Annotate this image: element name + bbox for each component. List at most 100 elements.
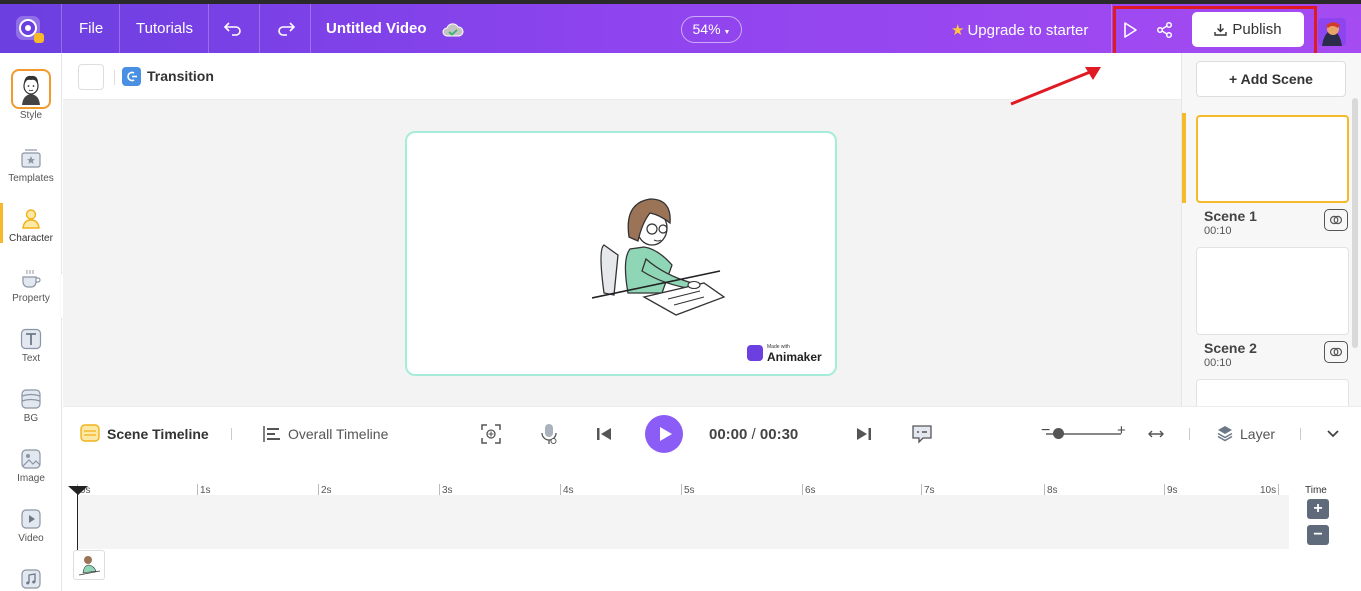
- video-icon: [21, 509, 41, 529]
- playback-time: 00:00 / 00:30: [709, 426, 798, 443]
- divider: [119, 4, 120, 53]
- character-icon: [22, 209, 40, 229]
- upgrade-link[interactable]: ★ Upgrade to starter: [951, 21, 1088, 39]
- playhead-handle[interactable]: [68, 486, 88, 495]
- sidebar-item-bg[interactable]: BG: [0, 379, 62, 439]
- cup-icon: [22, 270, 41, 288]
- undo-icon[interactable]: [222, 17, 244, 39]
- style-character-icon: [11, 69, 51, 109]
- skip-previous-icon[interactable]: [593, 423, 615, 445]
- scene-stage[interactable]: Made with Animaker: [405, 131, 837, 376]
- cloud-saved-icon: [442, 23, 464, 37]
- watermark-brand: Animaker: [767, 350, 822, 364]
- character-layer-thumbnail[interactable]: [73, 550, 105, 580]
- zoom-slider-handle[interactable]: [1053, 428, 1064, 439]
- current-time: 00:00: [709, 426, 748, 443]
- sidebar-label: Video: [18, 533, 44, 544]
- scene-duration: 00:10: [1204, 225, 1232, 237]
- divider: [1300, 428, 1301, 440]
- sidebar-label: Character: [9, 233, 53, 244]
- animaker-editor: File Tutorials Untitled Video 54% ▼ ★ Upgr…: [0, 0, 1361, 591]
- divider: [114, 70, 115, 85]
- scene-thumbnail[interactable]: [1196, 115, 1349, 203]
- sidebar-item-templates[interactable]: Templates: [0, 139, 62, 199]
- scene-transition-icon[interactable]: [1324, 341, 1348, 363]
- play-icon: [660, 427, 672, 441]
- background-layers-icon: [21, 389, 41, 409]
- zoom-value: 54%: [692, 21, 721, 37]
- divider: [61, 4, 62, 53]
- divider: [1189, 428, 1190, 440]
- play-button[interactable]: [645, 415, 683, 453]
- zoom-in-icon[interactable]: +: [1117, 422, 1126, 439]
- zoom-out-icon[interactable]: −: [1041, 422, 1050, 440]
- sidebar-label: BG: [23, 413, 39, 424]
- overall-timeline-tab[interactable]: Overall Timeline: [288, 426, 388, 442]
- sidebar-item-text[interactable]: Text: [0, 319, 62, 379]
- scene-active-indicator: [1182, 113, 1186, 203]
- overall-timeline-icon: [263, 426, 280, 442]
- woman-at-desk-character[interactable]: [592, 193, 732, 323]
- video-title[interactable]: Untitled Video: [326, 20, 427, 37]
- total-time: 00:30: [759, 426, 799, 443]
- color-swatch[interactable]: [78, 64, 104, 90]
- star-icon: ★: [951, 22, 965, 39]
- layers-icon: [1217, 426, 1233, 442]
- scene-name: Scene 1: [1204, 208, 1257, 224]
- left-sidebar: Style Templates Character Property Text …: [0, 53, 62, 591]
- tutorials-menu[interactable]: Tutorials: [136, 20, 193, 37]
- divider: [310, 4, 311, 53]
- timeline-toolbar: Scene Timeline Overall Timeline 00:00 / …: [63, 406, 1361, 461]
- add-scene-button[interactable]: + Add Scene: [1196, 61, 1346, 97]
- sidebar-item-character[interactable]: Character: [0, 199, 62, 259]
- scene-transition-icon[interactable]: [1324, 209, 1348, 231]
- scene-name: Scene 2: [1204, 340, 1257, 356]
- music-icon: [21, 569, 41, 589]
- sidebar-label: Image: [17, 473, 45, 484]
- sidebar-item-video[interactable]: Video: [0, 499, 62, 559]
- sidebar-active-indicator: [0, 203, 3, 243]
- time-zoom-label: Time: [1305, 485, 1327, 496]
- sidebar-item-style[interactable]: Style: [0, 67, 62, 127]
- character-thumbnail-icon: [78, 556, 101, 576]
- zoom-dropdown[interactable]: 54% ▼: [681, 16, 742, 43]
- animaker-watermark-logo-icon: [747, 345, 763, 361]
- animaker-logo-icon[interactable]: [14, 13, 46, 45]
- file-menu[interactable]: File: [79, 20, 103, 37]
- sidebar-item-property[interactable]: Property: [0, 259, 62, 319]
- scene-duration: 00:10: [1204, 357, 1232, 369]
- expand-horizontal-icon[interactable]: [1146, 424, 1166, 444]
- fit-screen-icon[interactable]: [480, 423, 502, 445]
- image-icon: [21, 449, 41, 469]
- sidebar-item-music[interactable]: [0, 559, 62, 591]
- scene-panel-scrollbar[interactable]: [1352, 98, 1358, 348]
- microphone-icon[interactable]: [538, 423, 560, 445]
- divider: [1111, 4, 1112, 53]
- time-zoom-in-button[interactable]: +: [1307, 499, 1329, 519]
- templates-icon: [21, 149, 41, 168]
- transition-icon: [122, 67, 141, 86]
- divider: [231, 428, 232, 440]
- chevron-down-icon: ▼: [723, 29, 731, 36]
- divider: [208, 4, 209, 53]
- divider: [259, 4, 260, 53]
- skip-next-icon[interactable]: [853, 423, 875, 445]
- upgrade-label: Upgrade to starter: [967, 22, 1089, 39]
- subtitle-icon[interactable]: [911, 423, 933, 445]
- redo-icon[interactable]: [275, 17, 297, 39]
- sidebar-item-image[interactable]: Image: [0, 439, 62, 499]
- scene-timeline-tab[interactable]: Scene Timeline: [107, 426, 209, 442]
- time-zoom-out-button[interactable]: −: [1307, 525, 1329, 545]
- sidebar-label: Templates: [8, 173, 54, 184]
- user-avatar[interactable]: [1318, 18, 1346, 46]
- sidebar-label: Text: [21, 353, 41, 364]
- chevron-down-icon[interactable]: [1325, 425, 1341, 441]
- transition-button[interactable]: Transition: [147, 68, 214, 84]
- timeline-track-area: 0s 1s 2s 3s 4s 5s 6s 7s 8s 9s 10s Time +…: [63, 461, 1361, 591]
- timeline-track[interactable]: [77, 495, 1289, 549]
- time-separator: /: [751, 426, 756, 443]
- text-icon: [20, 328, 42, 350]
- scene-thumbnail[interactable]: [1196, 247, 1349, 335]
- layer-button[interactable]: Layer: [1240, 426, 1275, 442]
- annotation-arrow-icon: [1010, 67, 1101, 106]
